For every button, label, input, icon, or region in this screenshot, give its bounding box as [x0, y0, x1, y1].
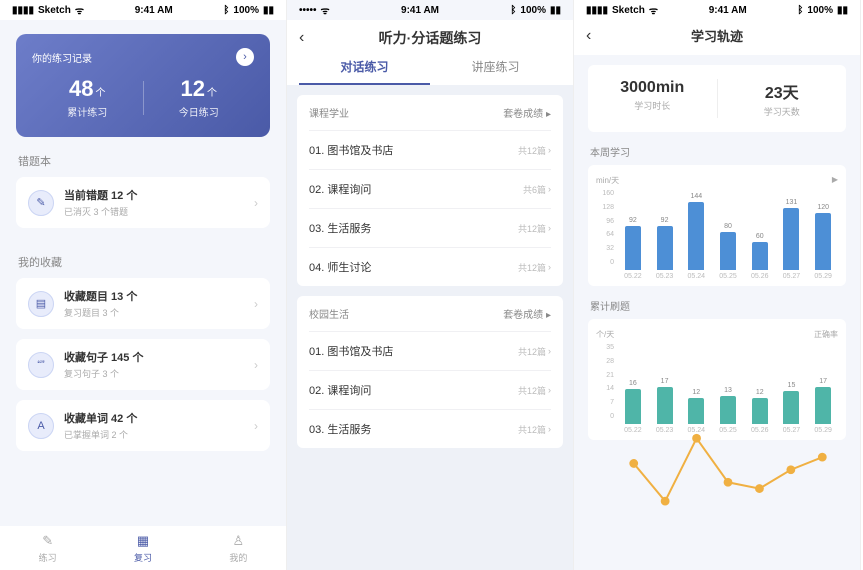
chevron-right-icon: › [254, 297, 258, 311]
wifi-icon: ᯤ [321, 3, 330, 17]
chevron-right-icon: › [254, 419, 258, 433]
tab-practice[interactable]: ✎ 练习 [0, 526, 95, 570]
status-time: 9:41 AM [658, 5, 797, 16]
legend-accuracy: 正确率 [814, 329, 838, 340]
stat-total: 48个 累计练习 [32, 76, 143, 119]
chevron-right-icon: › [254, 196, 258, 210]
chevron-right-icon: › [254, 358, 258, 372]
chart-weekly: min/天 ▶ 16012896643209205.229205.2314405… [588, 165, 846, 286]
sentence-icon: “” [28, 352, 54, 378]
topic-row[interactable]: 02. 课程询问共6篇› [309, 169, 551, 208]
summary-days: 23天 学习天数 [718, 79, 847, 118]
chart-cumulative: 个/天 正确率 35282114701605.221705.231205.241… [588, 319, 846, 440]
topic-row[interactable]: 03. 生活服务共12篇› [309, 409, 551, 448]
back-button[interactable]: ‹ [586, 27, 606, 45]
collection-card-sentences[interactable]: “” 收藏句子 145 个 复习句子 3 个 › [16, 339, 270, 390]
topic-row[interactable]: 03. 生活服务共12篇› [309, 208, 551, 247]
back-button[interactable]: ‹ [299, 29, 319, 47]
summary-card: 3000min 学习时长 23天 学习天数 [588, 65, 846, 132]
page-title: 听力·分话题练习 [319, 28, 541, 48]
summary-duration: 3000min 学习时长 [588, 79, 717, 118]
wrongbook-card[interactable]: ✎ 当前错题 12 个 已消灭 3 个错题 › [16, 177, 270, 228]
stat-today: 12个 今日练习 [144, 76, 255, 119]
chevron-right-icon[interactable]: › [236, 48, 254, 66]
status-bar: ▮▮▮▮Sketch ᯤ 9:41 AM ᛒ100% ▮▮ [0, 0, 286, 20]
collection-card-topics[interactable]: ▤ 收藏题目 13 个 复习题目 3 个 › [16, 278, 270, 329]
topic-tabs: 对话练习 讲座练习 [299, 58, 561, 85]
book-icon: ▦ [137, 533, 149, 549]
topic-row[interactable]: 02. 课程询问共12篇› [309, 370, 551, 409]
status-time: 9:41 AM [330, 5, 511, 16]
tab-lecture[interactable]: 讲座练习 [430, 58, 561, 85]
topic-row[interactable]: 04. 师生讨论共12篇› [309, 247, 551, 286]
section-wrongbook: 错题本 [18, 153, 268, 169]
doc-icon: ▤ [28, 291, 54, 317]
word-icon: A [28, 413, 54, 439]
battery-icon: ▮▮ [263, 5, 274, 16]
status-time: 9:41 AM [84, 5, 223, 16]
tab-review[interactable]: ▦ 复习 [95, 526, 190, 570]
pencil-icon: ✎ [42, 533, 53, 549]
practice-record-card[interactable]: 你的练习记录 › 48个 累计练习 12个 今日练习 [16, 34, 270, 137]
topic-row[interactable]: 01. 图书馆及书店共12篇› [309, 331, 551, 370]
tab-bar: ✎ 练习 ▦ 复习 ♙ 我的 [0, 526, 286, 570]
play-icon[interactable]: ▶ [832, 175, 838, 186]
section-weekly: 本周学习 [590, 144, 844, 159]
section-collection: 我的收藏 [18, 254, 268, 270]
person-icon: ♙ [232, 533, 244, 549]
status-bar: ••••• ᯤ 9:41 AM ᛒ100% ▮▮ [287, 0, 573, 20]
tab-dialog[interactable]: 对话练习 [299, 58, 430, 85]
hero-title: 你的练习记录 [32, 50, 92, 65]
status-bar: ▮▮▮▮Sketch ᯤ 9:41 AM ᛒ100% ▮▮ [574, 0, 860, 20]
wrongbook-icon: ✎ [28, 190, 54, 216]
bluetooth-icon: ᛒ [223, 5, 229, 16]
scores-link[interactable]: 套卷成绩 ▸ [503, 306, 551, 321]
collection-card-words[interactable]: A 收藏单词 42 个 已掌握单词 2 个 › [16, 400, 270, 451]
wifi-icon: ᯤ [75, 3, 84, 17]
signal-icon: ▮▮▮▮ [12, 5, 34, 16]
section-cumulative: 累计刷题 [590, 298, 844, 313]
scores-link[interactable]: 套卷成绩 ▸ [503, 105, 551, 120]
topic-row[interactable]: 01. 图书馆及书店共12篇› [309, 130, 551, 169]
group-academic: 课程学业 套卷成绩 ▸ 01. 图书馆及书店共12篇› 02. 课程询问共6篇›… [297, 95, 563, 286]
tab-me[interactable]: ♙ 我的 [191, 526, 286, 570]
group-campus: 校园生活 套卷成绩 ▸ 01. 图书馆及书店共12篇› 02. 课程询问共12篇… [297, 296, 563, 448]
chevron-right-icon: › [548, 145, 551, 155]
page-title: 学习轨迹 [606, 26, 828, 45]
